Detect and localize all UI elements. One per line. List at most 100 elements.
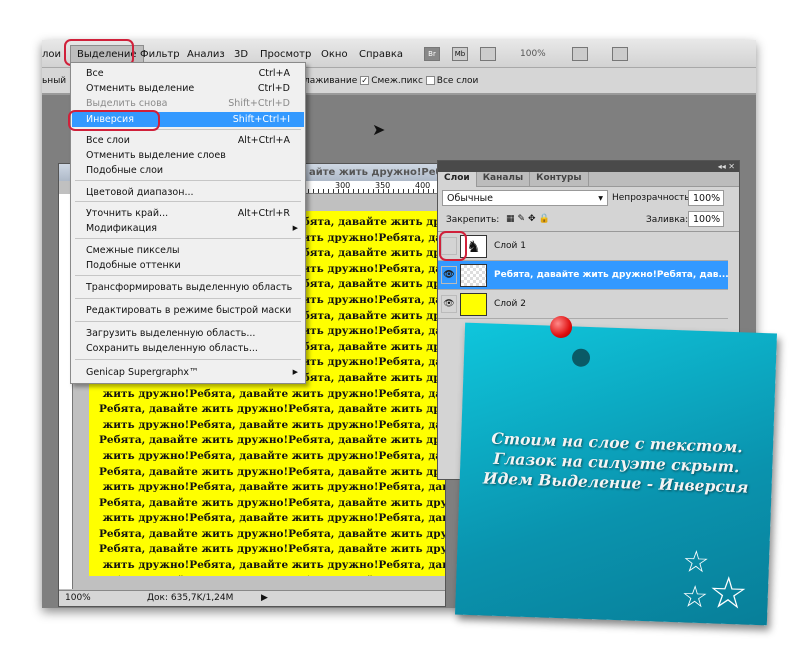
canvas-text-line: Ребята, давайте жить дружно!Ребята, дава…: [99, 496, 445, 509]
submenu-arrow-icon: ▶: [292, 224, 298, 232]
menu-separator: [75, 359, 301, 360]
layer-row-selected[interactable]: 👁 Ребята, давайте жить дружно!Ребята, да…: [438, 261, 729, 290]
menu-item-label: Все слои: [86, 135, 130, 146]
menu-item[interactable]: Отменить выделение Ctrl+D: [72, 81, 304, 96]
panel-collapse-icon[interactable]: ◂◂ ✕: [438, 161, 739, 172]
menu-item-shortcut: Ctrl+A: [258, 68, 290, 79]
eye-icon[interactable]: 👁: [441, 295, 457, 313]
status-zoom[interactable]: 100%: [65, 593, 91, 603]
menu-item[interactable]: Цветовой диапазон...: [72, 185, 304, 200]
menu-separator: [75, 298, 301, 299]
canvas-text-line: жить дружно!Ребята, давайте жить дружно!…: [102, 559, 445, 572]
bridge-icon[interactable]: Br: [424, 47, 440, 61]
menu-analysis[interactable]: Анализ: [187, 49, 225, 60]
menu-item[interactable]: Genicap Supergraphx™ ▶: [72, 365, 304, 380]
menu-item-label: Редактировать в режиме быстрой маски: [86, 305, 292, 316]
fill-input[interactable]: 100%: [688, 211, 724, 227]
ruler-tick: 300: [335, 181, 351, 190]
menu-separator: [75, 321, 301, 322]
menu-item-shortcut: Ctrl+D: [257, 83, 290, 94]
menu-item-label: Все: [86, 68, 104, 79]
menu-item[interactable]: Редактировать в режиме быстрой маски: [72, 303, 304, 318]
highlight-ring: [439, 231, 467, 261]
menu-item[interactable]: Модификация ▶: [72, 221, 304, 236]
menu-item-label: Сохранить выделенную область...: [86, 343, 258, 354]
canvas-text-line: Ребята, давайте жить дружно!Ребята, дава…: [99, 465, 445, 478]
arrange-icon[interactable]: [572, 47, 588, 61]
menu-item[interactable]: Трансформировать выделенную область: [72, 280, 304, 295]
menu-item-shortcut: Shift+Ctrl+D: [228, 98, 290, 109]
text-layer-thumbnail: [460, 264, 487, 287]
layer-row[interactable]: 👁 Слой 2: [438, 290, 728, 319]
canvas-text-line: жить дружно!Ребята, давайте жить дружно!…: [102, 387, 445, 400]
blend-mode-select[interactable]: Обычные ▾: [442, 190, 608, 206]
smoothing-label: лаживание: [304, 76, 358, 86]
status-menu-arrow-icon[interactable]: ▶: [261, 593, 268, 603]
tab-channels[interactable]: Каналы: [477, 172, 531, 187]
canvas-text-line: жить дружно!Ребята, давайте жить дружно!…: [102, 418, 445, 431]
menu-item[interactable]: Уточнить край... Alt+Ctrl+R: [72, 206, 304, 221]
screen-mode-icon[interactable]: [612, 47, 628, 61]
layer-name: Слой 2: [494, 299, 526, 309]
canvas-text-line: Ребята, давайте жить дружно!Ребята, дава…: [99, 434, 445, 447]
menu-item[interactable]: Все слои Alt+Ctrl+A: [72, 133, 304, 148]
sticky-note: Стоим на слое с текстом. Глазок на силуэ…: [454, 315, 778, 626]
menu-item-label: Смежные пикселы: [86, 245, 180, 256]
menu-item[interactable]: Подобные слои: [72, 163, 304, 178]
menu-layers[interactable]: лои: [42, 49, 61, 60]
yellow-thumbnail: [460, 293, 487, 316]
menu-view[interactable]: Просмотр: [260, 49, 311, 60]
menu-item[interactable]: Сохранить выделенную область...: [72, 341, 304, 356]
canvas-text-line: жить дружно!Ребята, давайте жить дружно!…: [102, 481, 445, 494]
menu-separator: [75, 180, 301, 181]
stars-icon: ☆ ☆☆: [680, 544, 749, 620]
canvas-text-line: Ребята, давайте жить дружно!Ребята, дава…: [99, 527, 445, 540]
contiguous-checkbox[interactable]: ✓: [360, 76, 370, 85]
ruler-tick: 350: [375, 181, 391, 190]
menu-separator: [75, 238, 301, 239]
opacity-input[interactable]: 100%: [688, 190, 724, 206]
menu-item-label: Genicap Supergraphx™: [86, 367, 199, 378]
menu-item[interactable]: Выделить снова Shift+Ctrl+D: [72, 96, 304, 111]
menu-item-shortcut: Alt+Ctrl+R: [237, 208, 290, 219]
menu-item-label: Отменить выделение слоев: [86, 150, 226, 161]
menu-help[interactable]: Справка: [359, 49, 403, 60]
menu-item[interactable]: Подобные оттенки: [72, 258, 304, 273]
lock-icons[interactable]: ▦✎✥🔒: [506, 214, 553, 224]
tab-paths[interactable]: Контуры: [530, 172, 589, 187]
all-layers-label: Все слои: [436, 76, 479, 86]
canvas-text-line: Ребята, давайте жить дружно!Ребята, дава…: [99, 574, 445, 576]
menu-item-shortcut: Alt+Ctrl+A: [237, 135, 290, 146]
fill-label: Заливка:: [646, 215, 689, 225]
pushpin-icon: [549, 315, 573, 339]
all-layers-checkbox[interactable]: [425, 76, 435, 85]
menu-item[interactable]: Загрузить выделенную область...: [72, 326, 304, 341]
tab-layers[interactable]: Слои: [438, 172, 477, 187]
menu-item[interactable]: Смежные пикселы: [72, 243, 304, 258]
canvas-text-line: Ребята, давайте жить дружно!Ребята, дава…: [99, 403, 445, 416]
canvas-text-line: жить дружно!Ребята, давайте жить дружно!…: [102, 512, 445, 525]
menu-item[interactable]: Все Ctrl+A: [72, 66, 304, 81]
menu-window[interactable]: Окно: [321, 49, 348, 60]
pin-shadow: [571, 348, 591, 368]
menu-item-label: Модификация: [86, 223, 157, 234]
menu-item-label: Цветовой диапазон...: [86, 187, 194, 198]
extras-icon[interactable]: [480, 47, 496, 61]
layer-row[interactable]: ♞ Слой 1: [438, 232, 728, 261]
opacity-label: Непрозрачность:: [612, 193, 693, 203]
menu-3d[interactable]: 3D: [234, 49, 248, 60]
status-bar: 100% Док: 635,7K/1,24M ▶: [59, 590, 445, 606]
menu-item-shortcut: Shift+Ctrl+I: [232, 114, 290, 125]
cursor-icon: ➤: [372, 120, 386, 139]
menu-filter[interactable]: Фильтр: [140, 49, 180, 60]
panel-tabs: Слои Каналы Контуры: [438, 172, 739, 187]
ruler-tick: 400: [415, 181, 431, 190]
mini-bridge-icon[interactable]: Mb: [452, 47, 468, 61]
options-checks: лаживание ✓ Смеж.пикс Все слои: [304, 76, 478, 86]
menu-item-label: Уточнить край...: [86, 208, 169, 219]
menu-separator: [75, 201, 301, 202]
menu-item[interactable]: Отменить выделение слоев: [72, 148, 304, 163]
zoom-level[interactable]: 100%: [520, 49, 546, 59]
options-mode[interactable]: ьный: [42, 76, 66, 86]
eye-icon[interactable]: 👁: [441, 266, 457, 284]
